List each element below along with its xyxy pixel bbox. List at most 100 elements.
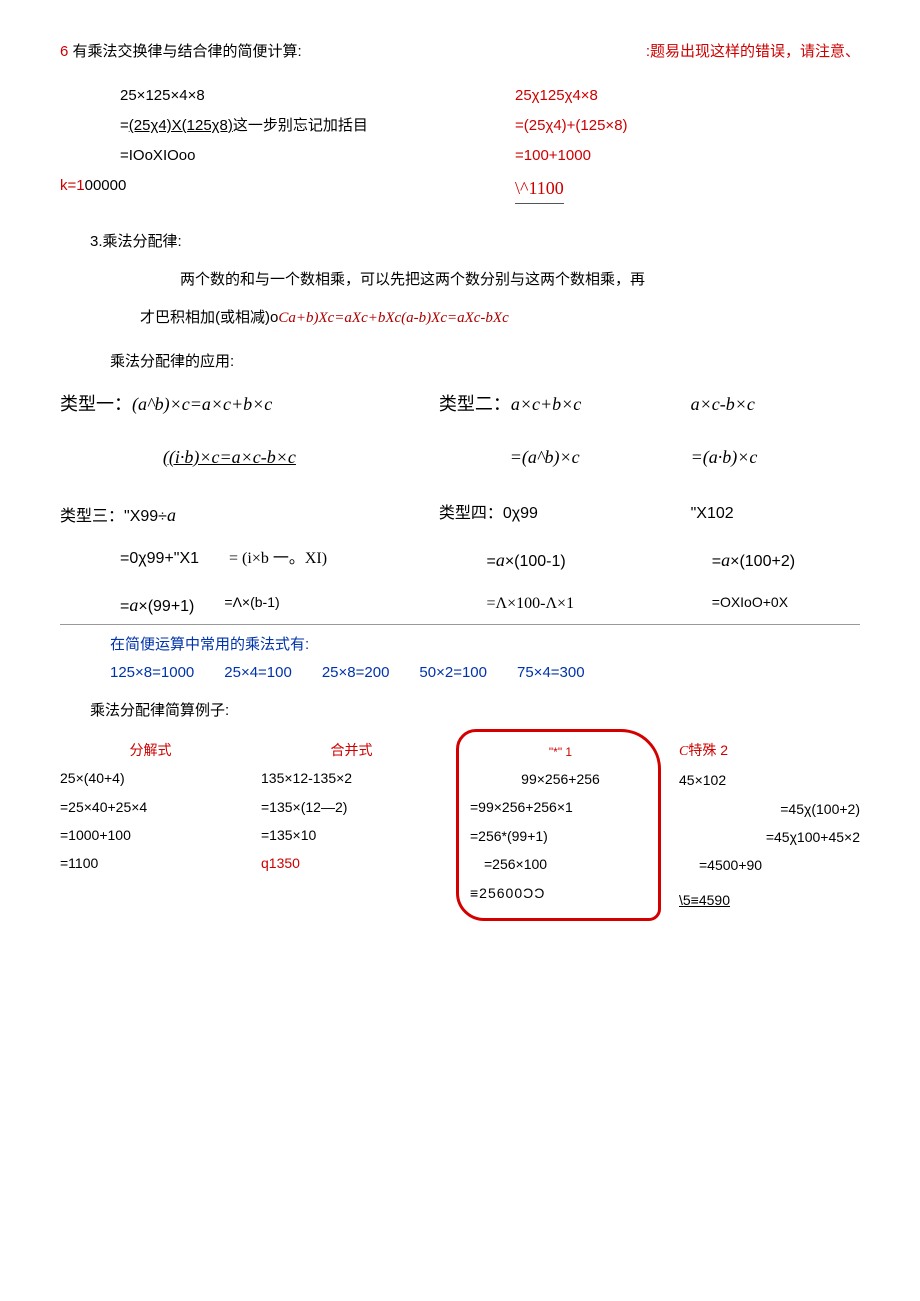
c2-h: 合并式 — [261, 739, 442, 761]
t3-f1b: a — [167, 505, 176, 525]
ex-col4: C特殊 2 45×102 =45χ(100+2) =45χ100+45×2 =4… — [679, 733, 860, 917]
fact1: 125×8=1000 — [110, 661, 194, 685]
type4a: 类型四：0χ99 — [439, 501, 651, 530]
t4-r1a-pre: = — [486, 553, 495, 570]
sec3-p2b: Ca+b)Xc=aXc+bXc(a-b)Xc=aXc-bXc — [278, 310, 508, 326]
rc-line1: 25χ125χ4×8 — [515, 84, 860, 108]
types-row1: 类型一：(a^b)×c=a×c+b×c 类型二：a×c+b×c a×c-b×c — [60, 390, 860, 419]
fact4: 50×2=100 — [419, 661, 487, 685]
t4-f2: "X102 — [691, 501, 860, 530]
calc-right: 25χ125χ4×8 =(25χ4)+(125×8) =100+1000 \^1… — [465, 84, 860, 210]
lc-line2-expr: (25χ4)X(125χ8) — [129, 117, 233, 134]
c2-3: =135×10 — [261, 824, 442, 846]
c2-1: 135×12-135×2 — [261, 767, 442, 789]
c3-3: =256*(99+1) — [470, 825, 651, 847]
t4-r2b: =OXIoO+0X — [712, 591, 860, 620]
type2a: 类型二：a×c+b×c — [439, 390, 651, 419]
lc-line4: k=100000 — [60, 174, 465, 198]
divider — [60, 624, 860, 625]
rc-line3: =100+1000 — [515, 144, 860, 168]
types-row1b: ((i·b)×c=a×c-b×c =(a^b)×c =(a·b)×c — [60, 443, 860, 472]
types-row2b: =0χ99+"X1 = (i×b 一。XI) =a×(100-1) =a×(10… — [60, 546, 860, 575]
t2-label: 类型二： — [439, 394, 511, 414]
sec3-num: 3. — [90, 233, 103, 250]
types-row2c: =a×(99+1) =Λ×(b-1) =Λ×100-Λ×1 =OXIoO+0X — [60, 591, 860, 620]
t4-r1b-mid: a — [721, 550, 730, 570]
type3: 类型三："X99÷a — [60, 501, 399, 530]
t3-r2a-suf: ×(99+1) — [138, 598, 194, 615]
c3-5: ≡25600ƆƆ — [470, 882, 651, 904]
t4-r1b-pre: = — [712, 553, 721, 570]
examples-row: 分解式 25×(40+4) =25×40+25×4 =1000+100 =110… — [60, 733, 860, 917]
section3: 3.乘法分配律: — [60, 230, 860, 254]
calc-left: 25×125×4×8 =(25χ4)X(125χ8)这一步别忘记加括目 =IOo… — [60, 84, 465, 210]
t4-r2a: =Λ×100-Λ×1 — [456, 591, 671, 620]
facts-title: 在简便运算中常用的乘法式有: — [60, 633, 860, 657]
t1-f1: (a^b)×c=a×c+b×c — [132, 394, 272, 414]
c4-1: 45×102 — [679, 769, 860, 791]
c3-4: =256×100 — [470, 853, 651, 875]
sec3-p2a: 才巴积相加(或相减)o — [140, 309, 278, 326]
ex-col2: 合并式 135×12-135×2 =135×(12—2) =135×10 q13… — [261, 733, 442, 917]
t3-r2a: =a×(99+1) — [120, 591, 194, 620]
t3-label: 类型三： — [60, 508, 124, 525]
c1-4: =1100 — [60, 852, 241, 874]
fact3: 25×8=200 — [322, 661, 390, 685]
t2-f2: a×c-b×c — [691, 390, 860, 419]
sec3-apps: 乘法分配律的应用: — [60, 350, 860, 374]
t4-r1a-mid: a — [496, 550, 505, 570]
lc-line3: =IOoXIOoo — [120, 144, 465, 168]
c3-1: 99×256+256 — [470, 768, 651, 790]
t3-r1b: = (i×b 一。XI) — [229, 546, 327, 575]
c4-2: =45χ(100+2) — [679, 798, 860, 820]
t1-sub-wrap: ((i·b)×c=a×c-b×c — [60, 443, 399, 472]
lc-eq: = — [120, 117, 129, 134]
c1-1: 25×(40+4) — [60, 767, 241, 789]
c2-4: q1350 — [261, 852, 442, 874]
types-row2: 类型三："X99÷a 类型四：0χ99 "X102 — [60, 501, 860, 530]
c1-h: 分解式 — [60, 739, 241, 761]
rc-line2: =(25χ4)+(125×8) — [515, 114, 860, 138]
c1-3: =1000+100 — [60, 824, 241, 846]
t3-r1a: =0χ99+"X1 — [120, 546, 199, 575]
lc-line4b: 00000 — [85, 177, 127, 194]
header-left: 6 有乘法交换律与结合律的简便计算: — [60, 40, 302, 64]
fact2: 25×4=100 — [224, 661, 292, 685]
lc-line2: =(25χ4)X(125χ8)这一步别忘记加括目 — [120, 114, 465, 138]
c2-2: =135×(12—2) — [261, 796, 442, 818]
examples-title: 乘法分配律简算例子: — [60, 699, 860, 723]
t3-r2b: =Λ×(b-1) — [224, 591, 279, 620]
header-right-text: :题易出现这样的错误，请注意、 — [646, 40, 860, 64]
type1: 类型一：(a^b)×c=a×c+b×c — [60, 390, 399, 419]
t1-sub: ((i·b)×c=a×c-b×c — [163, 447, 296, 467]
lc-line1: 25×125×4×8 — [120, 84, 465, 108]
t3-r2: =a×(99+1) =Λ×(b-1) — [60, 591, 416, 620]
c4-h-txt: 特殊 2 — [688, 742, 728, 758]
t2-f1: a×c+b×c — [511, 394, 581, 414]
c3-topimg: "*" 1 — [470, 743, 651, 762]
t3-r2a-mid: a — [129, 595, 138, 615]
facts-row: 125×8=1000 25×4=100 25×8=200 50×2=100 75… — [60, 661, 860, 685]
t3-r1: =0χ99+"X1 = (i×b 一。XI) — [60, 546, 416, 575]
sec3-title: 乘法分配律: — [103, 233, 182, 250]
t4-r1a: =a×(100-1) — [456, 546, 671, 575]
header-left-text: 有乘法交换律与结合律的简便计算: — [73, 43, 302, 60]
lc-line2-note: 这一步别忘记加括目 — [233, 117, 368, 134]
ex-col1: 分解式 25×(40+4) =25×40+25×4 =1000+100 =110… — [60, 733, 241, 917]
t4-r1b-suf: ×(100+2) — [730, 553, 795, 570]
t4-r1b: =a×(100+2) — [712, 546, 860, 575]
sec3-p1: 两个数的和与一个数相乘，可以先把这两个数分别与这两个数相乘，再 — [60, 268, 860, 292]
c4-5: \5≡4590 — [679, 889, 730, 911]
header-num: 6 — [60, 43, 68, 60]
t4-r1a-suf: ×(100-1) — [505, 553, 566, 570]
t4-f1: 0χ99 — [503, 505, 538, 522]
t4-label: 类型四： — [439, 505, 503, 522]
t3-f1: "X99÷ — [124, 508, 167, 525]
lc-line4a: k=1 — [60, 177, 85, 194]
c4-h: C特殊 2 — [679, 739, 860, 763]
fact5: 75×4=300 — [517, 661, 585, 685]
ex-col3: "*" 1 99×256+256 =99×256+256×1 =256*(99+… — [462, 733, 659, 917]
c3-2: =99×256+256×1 — [470, 796, 651, 818]
sec3-p2: 才巴积相加(或相减)oCa+b)Xc=aXc+bXc(a-b)Xc=aXc-bX… — [60, 306, 860, 330]
t2-sub2: =(a·b)×c — [691, 443, 860, 472]
